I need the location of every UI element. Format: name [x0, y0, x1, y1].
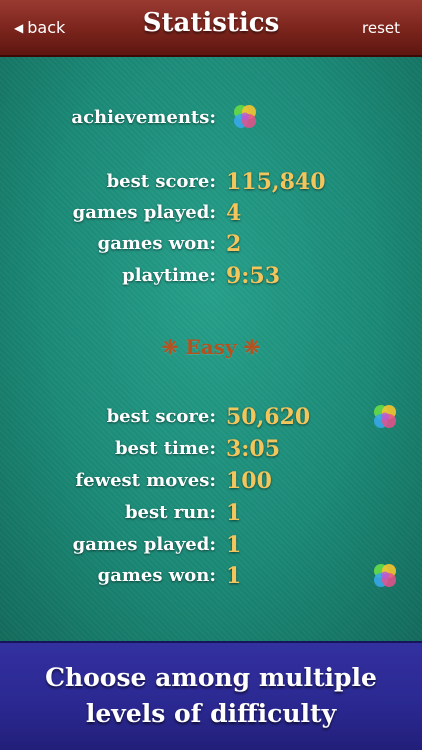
- easy-best-score-row: best score: 50,620: [0, 402, 422, 432]
- overall-games-played-row: games played: 4: [0, 198, 422, 228]
- game-center-icon[interactable]: [370, 561, 400, 591]
- best-time-label: best time:: [114, 438, 216, 459]
- best-score-value: 115,840: [226, 169, 326, 195]
- achievements-label: achievements:: [71, 107, 216, 128]
- best-time-value: 3:05: [226, 436, 281, 462]
- easy-best-time-row: best time: 3:05: [0, 434, 422, 464]
- best-run-value: 1: [226, 500, 242, 526]
- fewest-moves-label: fewest moves:: [75, 470, 216, 491]
- promo-line-2: levels of difficulty: [85, 699, 337, 728]
- games-played-value: 4: [226, 200, 242, 226]
- fewest-moves-value: 100: [226, 468, 272, 494]
- games-won-value: 1: [226, 563, 242, 589]
- games-won-label: games won:: [97, 565, 216, 586]
- best-run-label: best run:: [124, 502, 216, 523]
- achievements-row: achievements:: [0, 103, 422, 133]
- promo-banner: Choose among multiple levels of difficul…: [0, 641, 422, 750]
- games-played-value: 1: [226, 532, 242, 558]
- overall-games-won-row: games won: 2: [0, 229, 422, 259]
- best-score-value: 50,620: [226, 404, 311, 430]
- games-won-label: games won:: [97, 233, 216, 254]
- best-score-label: best score:: [106, 171, 216, 192]
- games-won-value: 2: [226, 231, 242, 257]
- easy-games-played-row: games played: 1: [0, 530, 422, 560]
- nav-bar: ◀ back Statistics reset: [0, 0, 422, 57]
- easy-fewest-moves-row: fewest moves: 100: [0, 466, 422, 496]
- reset-button[interactable]: reset: [362, 19, 400, 37]
- overall-playtime-row: playtime: 9:53: [0, 261, 422, 291]
- game-center-icon[interactable]: [230, 102, 260, 132]
- best-score-label: best score:: [106, 406, 216, 427]
- easy-best-run-row: best run: 1: [0, 498, 422, 528]
- page-title: Statistics: [142, 8, 280, 38]
- promo-line-1: Choose among multiple: [45, 663, 377, 692]
- game-center-icon[interactable]: [370, 402, 400, 432]
- games-played-label: games played:: [72, 534, 216, 555]
- overall-best-score-row: best score: 115,840: [0, 167, 422, 197]
- playtime-label: playtime:: [122, 265, 216, 286]
- easy-games-won-row: games won: 1: [0, 561, 422, 591]
- playtime-value: 9:53: [226, 263, 281, 289]
- games-played-label: games played:: [72, 202, 216, 223]
- difficulty-section-title: ❈ Easy ❈: [161, 335, 261, 359]
